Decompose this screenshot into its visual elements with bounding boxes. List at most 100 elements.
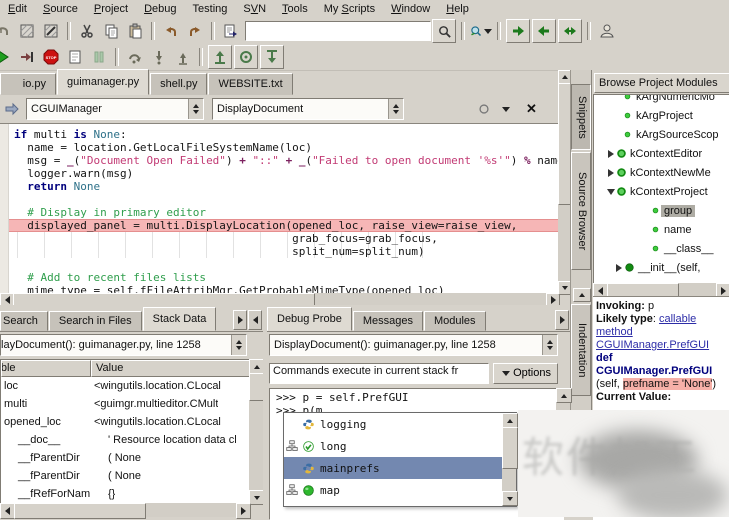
scope-combo[interactable]: CGUIManager xyxy=(26,98,204,120)
menu-my-scripts[interactable]: My Scripts xyxy=(316,1,383,17)
copy-button[interactable] xyxy=(100,20,122,42)
popup-scroll-down-icon[interactable] xyxy=(502,491,518,506)
expander-open-icon[interactable] xyxy=(606,189,616,195)
variable-row[interactable]: __fRefForNam{} xyxy=(1,485,250,503)
side-tab-source-browser[interactable]: Source Browser xyxy=(571,152,591,270)
completion-item-long[interactable]: long xyxy=(284,435,502,457)
scope-combo-spinner[interactable] xyxy=(188,99,203,119)
search-options-button[interactable] xyxy=(470,20,492,42)
menu-window[interactable]: Window xyxy=(383,1,438,17)
search-go-button[interactable] xyxy=(432,19,456,43)
goto-line-icon[interactable] xyxy=(1,98,23,120)
popup-vscroll-thumb[interactable] xyxy=(502,427,518,469)
stop-button[interactable]: STOP xyxy=(40,46,62,68)
completion-item-logging[interactable]: logging xyxy=(284,413,502,435)
tool-tab-search[interactable]: Search xyxy=(0,311,48,331)
tab-scroll-left-icon[interactable] xyxy=(248,310,262,330)
stack-frame-combo[interactable]: DisplayDocument(): guimanager.py, line 1… xyxy=(0,334,247,356)
side-tab-indentation[interactable]: Indentation xyxy=(571,304,591,396)
breakpoint-gutter[interactable] xyxy=(0,124,9,298)
tree-hscrollbar[interactable] xyxy=(593,283,729,296)
variable-row[interactable]: loc<wingutils.location.CLocal xyxy=(1,377,250,395)
selection-edit-button[interactable] xyxy=(40,20,62,42)
frame-down-button[interactable] xyxy=(260,45,284,69)
variable-row[interactable]: __doc__' Resource location data cl xyxy=(1,431,250,449)
options-button[interactable]: Options xyxy=(493,363,558,384)
table-vscrollbar[interactable] xyxy=(249,359,263,503)
tool-tab-search-in-files[interactable]: Search in Files xyxy=(49,311,142,331)
step-over-button[interactable] xyxy=(124,46,146,68)
stack-frame-spinner[interactable] xyxy=(231,335,246,355)
expander-closed-icon[interactable] xyxy=(606,169,616,177)
redo-button[interactable] xyxy=(184,20,206,42)
tree-item-__class__[interactable]: __class__ xyxy=(594,239,729,258)
popup-scroll-up-icon[interactable] xyxy=(502,413,518,428)
editor-tab-io-py[interactable]: io.py xyxy=(0,73,56,95)
assistant-link[interactable]: CGUIManager.PrefGUI xyxy=(596,339,709,351)
menu-tools[interactable]: Tools xyxy=(274,1,316,17)
frame-up-button[interactable] xyxy=(208,45,232,69)
variable-row[interactable]: __fParentDir( None xyxy=(1,449,250,467)
side-tab-snippets[interactable]: Snippets xyxy=(571,84,591,150)
editor-vscrollbar[interactable] xyxy=(558,70,570,293)
run-button[interactable] xyxy=(0,46,14,68)
run-to-cursor-button[interactable] xyxy=(16,46,38,68)
revert-button[interactable] xyxy=(0,20,14,42)
panel-menu-caret-icon[interactable] xyxy=(502,107,510,112)
editor-tab-shell-py[interactable]: shell.py xyxy=(150,73,207,95)
clear-document-button[interactable] xyxy=(64,46,86,68)
paste-button[interactable] xyxy=(124,20,146,42)
column-header-value[interactable]: Value xyxy=(91,360,250,377)
dropdown-caret-icon[interactable] xyxy=(484,29,492,34)
menu-testing[interactable]: Testing xyxy=(185,1,236,17)
code-editor[interactable]: if multi is None: name = location.GetLoc… xyxy=(0,123,558,298)
tool-tab-debug-probe[interactable]: Debug Probe xyxy=(267,307,352,331)
tool-tab-messages[interactable]: Messages xyxy=(353,311,423,331)
table-hscrollbar[interactable] xyxy=(0,503,249,517)
visit-prev-button[interactable] xyxy=(532,19,556,43)
console-scroll-up-icon[interactable] xyxy=(556,388,572,403)
menu-help[interactable]: Help xyxy=(438,1,477,17)
completion-item-map[interactable]: map xyxy=(284,479,502,501)
panel-options-icon[interactable] xyxy=(473,98,495,120)
menu-project[interactable]: Project xyxy=(86,1,136,17)
tree-item-group[interactable]: group xyxy=(594,201,729,220)
tree-item-kargproject[interactable]: kArgProject xyxy=(594,106,729,125)
symbol-combo[interactable]: DisplayDocument xyxy=(212,98,404,120)
menu-debug[interactable]: Debug xyxy=(136,1,184,17)
variable-row[interactable]: multi<guimgr.multieditor.CMult xyxy=(1,395,250,413)
pause-button[interactable] xyxy=(88,46,110,68)
assistant-link[interactable]: method xyxy=(596,326,633,338)
goto-selection-button[interactable] xyxy=(220,20,242,42)
close-panel-button[interactable]: ✕ xyxy=(526,101,537,117)
tree-item-kargnumericmo[interactable]: kArgNumericMo xyxy=(594,94,729,106)
strip-scroll-up-icon[interactable] xyxy=(573,288,591,302)
tool-tab-modules[interactable]: Modules xyxy=(424,311,486,331)
user-button[interactable] xyxy=(596,20,618,42)
undo-button[interactable] xyxy=(160,20,182,42)
step-into-button[interactable] xyxy=(148,46,170,68)
tree-item-kargsourcescop[interactable]: kArgSourceScop xyxy=(594,125,729,144)
selection-button[interactable] xyxy=(16,20,38,42)
editor-tab-website-txt[interactable]: WEBSITE.txt xyxy=(208,73,292,95)
tree-item-__init__-self-[interactable]: __init__(self, xyxy=(594,258,729,277)
tab-scroll-right-icon[interactable] xyxy=(555,310,569,330)
symbol-combo-spinner[interactable] xyxy=(388,99,403,119)
completion-item-mainprefs[interactable]: mainprefs xyxy=(284,457,502,479)
variable-row[interactable]: opened_loc<wingutils.location.CLocal xyxy=(1,413,250,431)
popup-vscrollbar[interactable] xyxy=(502,413,516,506)
visit-next-button[interactable] xyxy=(506,19,530,43)
cut-button[interactable] xyxy=(76,20,98,42)
probe-frame-combo[interactable]: DisplayDocument(): guimanager.py, line 1… xyxy=(269,334,558,356)
search-input[interactable] xyxy=(245,21,431,41)
editor-hscrollbar[interactable] xyxy=(0,293,558,305)
browser-mode-selector[interactable]: Browse Project Modules xyxy=(594,73,729,93)
menu-edit[interactable]: Edit xyxy=(0,1,35,17)
tree-item-name[interactable]: name xyxy=(594,220,729,239)
variable-row[interactable]: __fParentDir( None xyxy=(1,467,250,485)
step-out-button[interactable] xyxy=(172,46,194,68)
expander-closed-icon[interactable] xyxy=(614,264,624,272)
expander-closed-icon[interactable] xyxy=(606,150,616,158)
tree-item-kcontexteditor[interactable]: kContextEditor xyxy=(594,144,729,163)
visit-history-button[interactable] xyxy=(558,19,582,43)
